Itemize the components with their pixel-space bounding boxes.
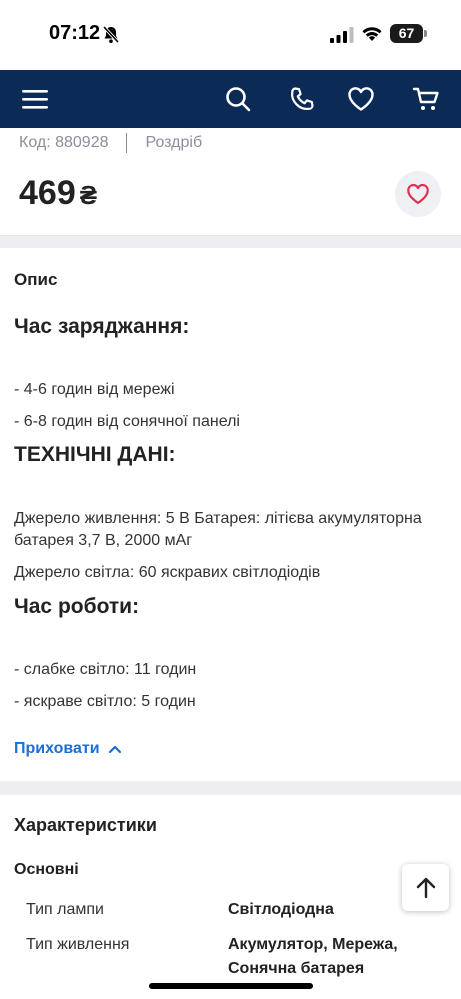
search-icon[interactable] — [222, 83, 254, 115]
add-to-favorites-button[interactable] — [395, 171, 441, 217]
status-time: 07:12 — [49, 22, 101, 44]
hide-description-link[interactable]: Приховати — [14, 740, 122, 758]
spec-label: Тип живлення — [26, 936, 130, 953]
status-bar: 07:12 67 — [0, 0, 461, 70]
charging-item: - 6-8 годин від сонячної панелі — [14, 413, 240, 430]
bell-slash-icon — [102, 25, 120, 44]
menu-icon[interactable] — [19, 83, 51, 115]
product-summary: Код: 880928 Роздріб 469 ₴ — [0, 128, 461, 236]
spec-value: Акумулятор, Мережа, Сонячна батарея — [228, 936, 398, 977]
home-indicator — [149, 983, 313, 989]
product-price: 469 ₴ — [19, 174, 97, 213]
top-nav-bar — [0, 70, 461, 128]
battery-indicator: 67 — [390, 24, 427, 43]
tech-heading: ТЕХНІЧНІ ДАНІ: — [14, 443, 176, 466]
divider — [126, 133, 128, 153]
product-meta: Код: 880928 Роздріб — [19, 133, 202, 153]
section-title: Характеристики — [14, 815, 157, 835]
price-value: 469 — [19, 174, 76, 212]
spec-label: Тип лампи — [26, 901, 104, 918]
chevron-up-icon — [108, 745, 121, 754]
characteristics-section: Характеристики Основні Тип лампи Світлод… — [0, 795, 461, 999]
arrow-up-icon — [416, 877, 435, 898]
work-item: - слабке світло: 11 годин — [14, 661, 197, 678]
charging-item: - 4-6 годин від мережі — [14, 381, 175, 398]
section-divider — [0, 781, 461, 795]
characteristics-group: Основні — [14, 861, 79, 878]
section-divider — [0, 236, 461, 248]
heart-icon[interactable] — [345, 83, 377, 115]
signal-icon — [330, 27, 354, 43]
product-code: Код: 880928 — [19, 134, 109, 151]
tech-power-text: Джерело живлення: 5 В Батарея: літієва а… — [14, 510, 422, 549]
charging-heading: Час заряджання: — [14, 315, 190, 338]
cart-icon[interactable] — [410, 83, 442, 115]
heart-outline-icon — [407, 183, 429, 204]
hide-label: Приховати — [14, 740, 100, 757]
price-currency: ₴ — [79, 180, 98, 210]
price-type: Роздріб — [145, 134, 203, 151]
section-title: Опис — [14, 270, 58, 289]
work-heading: Час роботи: — [14, 595, 140, 618]
wifi-icon — [362, 27, 382, 41]
scroll-to-top-button[interactable] — [402, 864, 449, 911]
work-item: - яскраве світло: 5 годин — [14, 693, 196, 710]
tech-light-text: Джерело світла: 60 яскравих світлодіодів — [14, 564, 321, 581]
description-section: Опис Час заряджання: - 4-6 годин від мер… — [0, 248, 461, 781]
spec-value: Світлодіодна — [228, 901, 334, 918]
phone-icon[interactable] — [286, 83, 318, 115]
